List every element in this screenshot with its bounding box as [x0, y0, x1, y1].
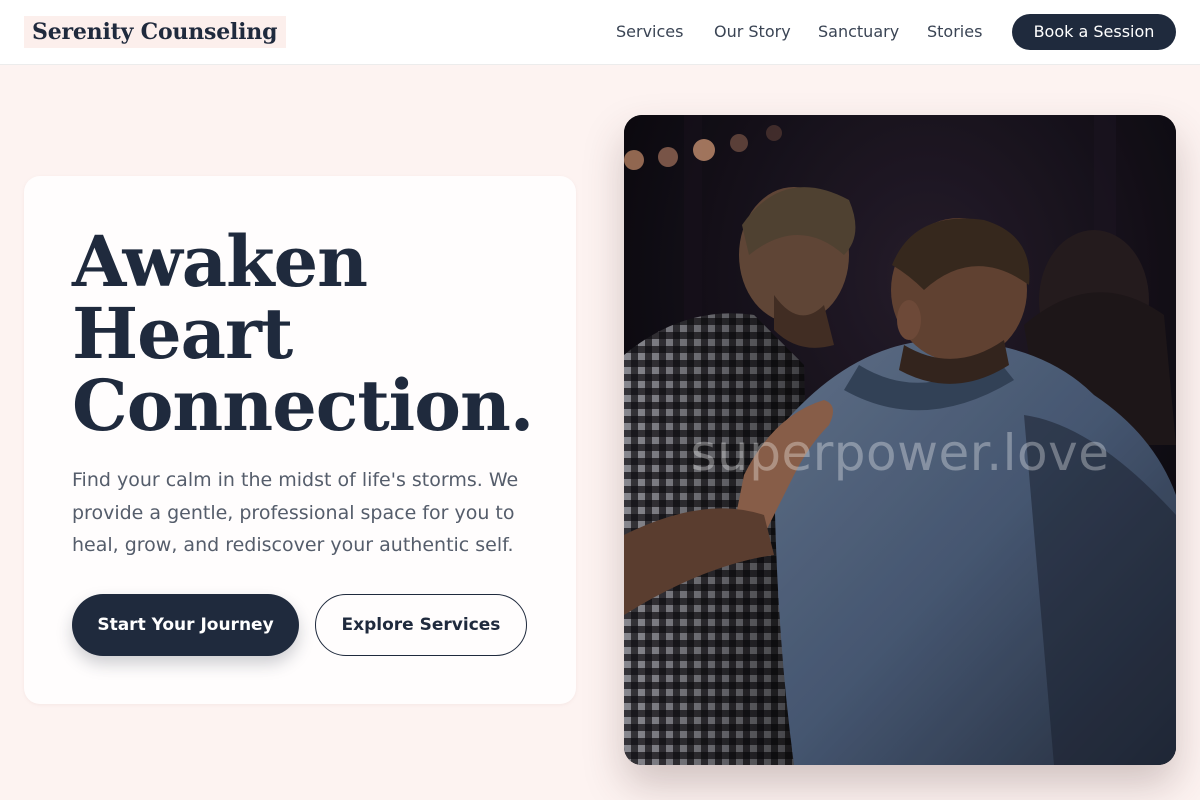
image-watermark: superpower.love — [690, 424, 1110, 482]
nav-link-sanctuary[interactable]: Sanctuary — [818, 20, 899, 44]
start-journey-button[interactable]: Start Your Journey — [72, 594, 299, 656]
book-session-button[interactable]: Book a Session — [1012, 14, 1176, 50]
nav-link-our-story[interactable]: Our Story — [714, 20, 791, 44]
brand-logo[interactable]: Serenity Counseling — [24, 16, 287, 48]
hero-headline-line: Connection. — [72, 364, 534, 447]
hero-headline-line: Heart — [72, 292, 293, 375]
nav-link-stories[interactable]: Stories — [927, 20, 982, 44]
hero-headline: Awaken Heart Connection. — [72, 226, 552, 442]
hero-headline-line: Awaken — [72, 220, 368, 303]
hero-image: superpower.love — [624, 115, 1176, 765]
hero-subtext: Find your calm in the midst of life's st… — [72, 469, 519, 556]
explore-services-button[interactable]: Explore Services — [315, 594, 527, 656]
nav-link-services[interactable]: Services — [616, 20, 683, 44]
site-header: Serenity Counseling Services Our Story S… — [0, 0, 1200, 65]
